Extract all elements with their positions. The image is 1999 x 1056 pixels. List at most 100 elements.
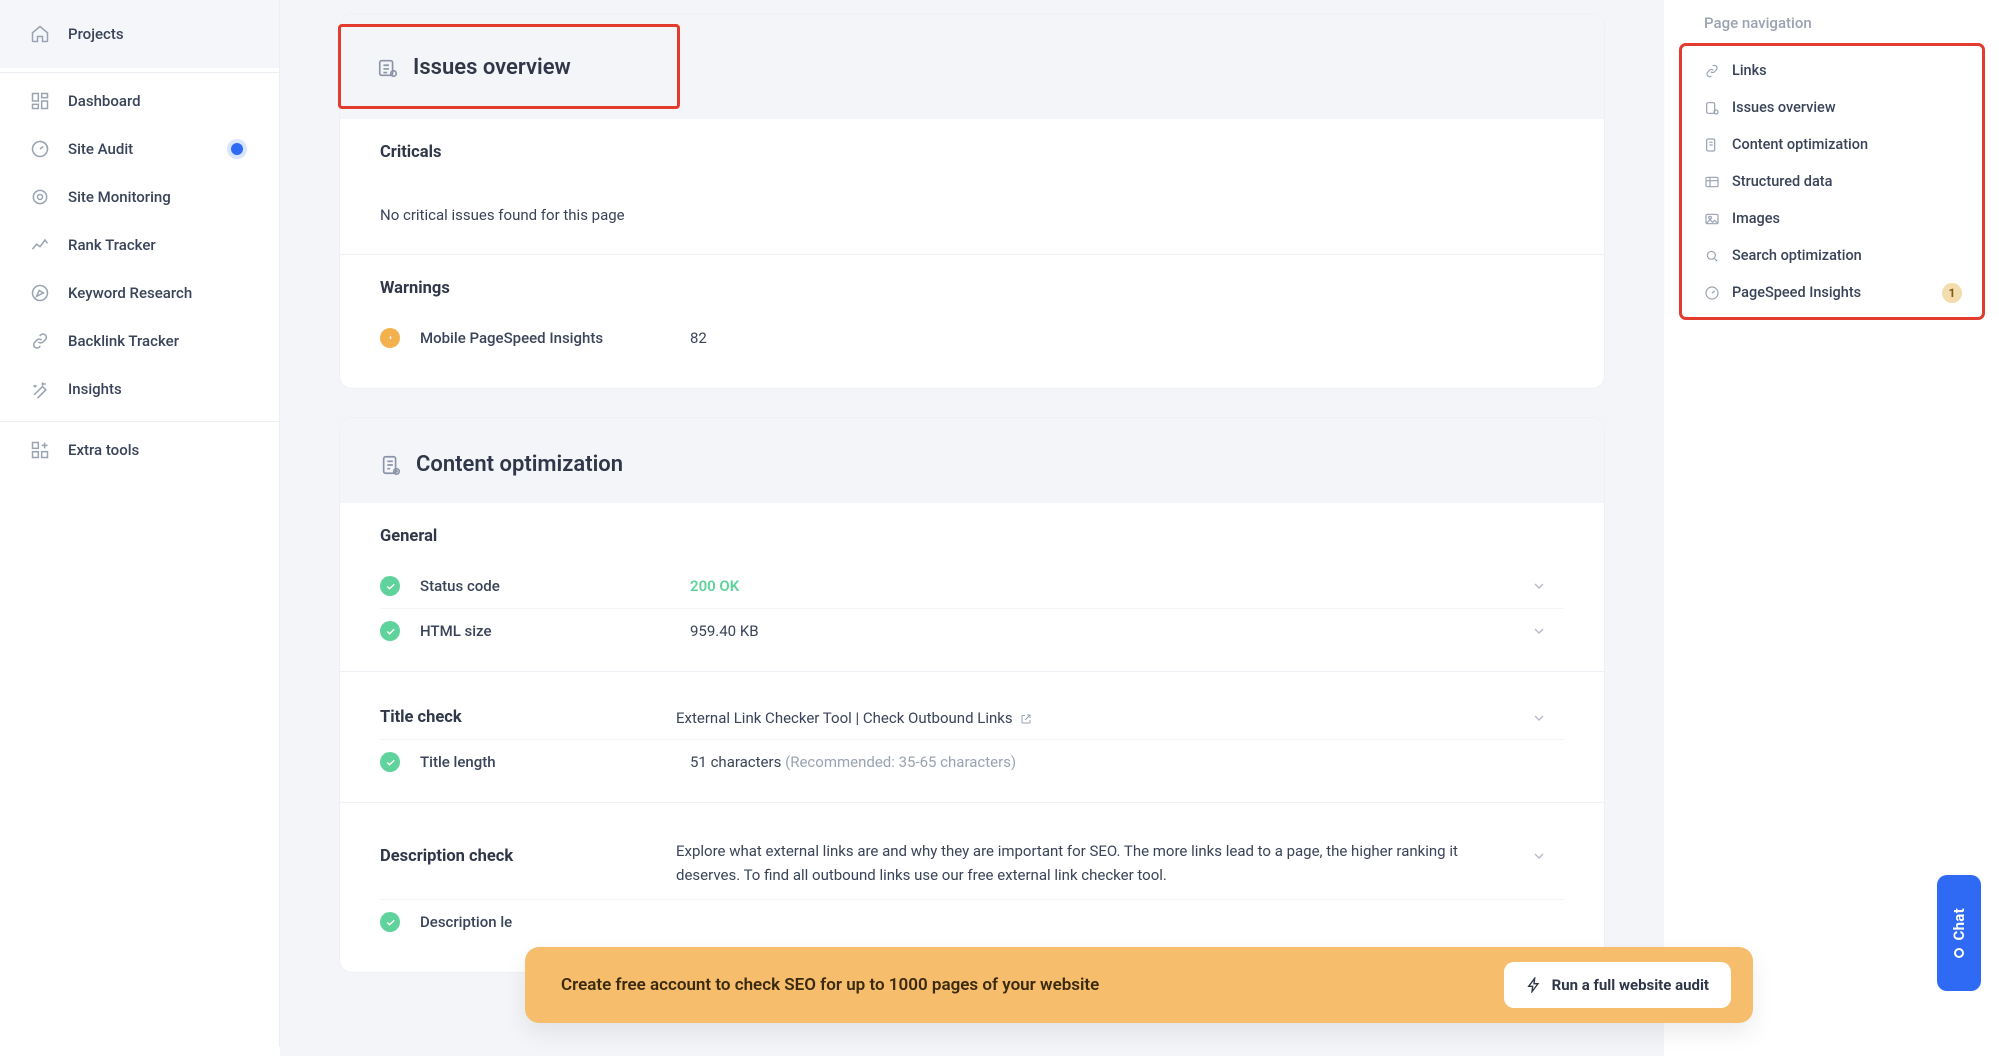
pagenav-badge: 1 bbox=[1942, 283, 1962, 303]
speed-icon bbox=[1704, 285, 1720, 301]
active-dot bbox=[231, 143, 243, 155]
pagenav-item-label: Structured data bbox=[1732, 173, 1832, 190]
description-length-label: Description le bbox=[420, 913, 676, 931]
sidebar-item-label: Site Monitoring bbox=[68, 188, 171, 206]
chevron-down-icon[interactable] bbox=[1530, 577, 1548, 595]
title-check-label: Title check bbox=[380, 708, 662, 727]
sidebar-item-extra-tools[interactable]: Extra tools bbox=[0, 426, 279, 474]
sidebar-item-label: Site Audit bbox=[68, 140, 133, 158]
title-check-value: External Link Checker Tool | Check Outbo… bbox=[676, 709, 1013, 727]
warnings-block: Warnings Mobile PageSpeed Insights 82 bbox=[340, 254, 1604, 378]
status-code-row[interactable]: Status code 200 OK bbox=[380, 564, 1564, 608]
sidebar-item-label: Insights bbox=[68, 380, 122, 398]
link-icon bbox=[1704, 63, 1720, 79]
page-navigation-title: Page navigation bbox=[1704, 14, 1982, 32]
run-audit-button[interactable]: Run a full website audit bbox=[1504, 962, 1731, 1008]
content-icon bbox=[1704, 137, 1720, 153]
description-check-label: Description check bbox=[380, 839, 662, 866]
sidebar-item-backlink-tracker[interactable]: Backlink Tracker bbox=[0, 317, 279, 365]
sidebar-item-insights[interactable]: Insights bbox=[0, 365, 279, 413]
pagenav-item-content[interactable]: Content optimization bbox=[1688, 126, 1976, 163]
title-length-reco: (Recommended: 35-65 characters) bbox=[785, 753, 1016, 771]
issues-overview-card: Issues overview Criticals No critical is… bbox=[340, 14, 1604, 388]
chevron-down-icon[interactable] bbox=[1530, 709, 1548, 727]
issues-overview-title: Issues overview bbox=[413, 55, 571, 80]
pagenav-item-issues[interactable]: Issues overview bbox=[1688, 89, 1976, 126]
sidebar-item-dashboard[interactable]: Dashboard bbox=[0, 77, 279, 125]
external-link-icon[interactable] bbox=[1020, 713, 1032, 725]
check-icon bbox=[380, 752, 400, 772]
sidebar-projects[interactable]: Projects bbox=[0, 0, 279, 68]
dashboard-icon bbox=[30, 91, 50, 111]
chevron-down-icon[interactable] bbox=[1530, 847, 1548, 865]
compass-icon bbox=[30, 283, 50, 303]
chat-button[interactable]: Chat bbox=[1937, 875, 1981, 991]
grid-plus-icon bbox=[30, 440, 50, 460]
criticals-label: Criticals bbox=[380, 143, 1564, 162]
description-check-value: Explore what external links are and why … bbox=[676, 839, 1516, 887]
issues-overview-header: Issues overview bbox=[340, 14, 1604, 119]
sidebar-item-rank-tracker[interactable]: Rank Tracker bbox=[0, 221, 279, 269]
description-length-row: Description le bbox=[380, 899, 1564, 944]
html-size-label: HTML size bbox=[420, 622, 676, 640]
promo-banner-text: Create free account to check SEO for up … bbox=[561, 975, 1099, 995]
page-navigation: Page navigation Links Issues overview Co… bbox=[1682, 8, 1982, 317]
title-length-row: Title length 51 characters (Recommended:… bbox=[380, 739, 1564, 784]
title-length-value: 51 characters bbox=[690, 753, 781, 771]
pagenav-item-label: Links bbox=[1732, 62, 1767, 79]
warning-row[interactable]: Mobile PageSpeed Insights 82 bbox=[380, 316, 1564, 360]
content-optimization-title: Content optimization bbox=[416, 452, 623, 477]
pagenav-item-images[interactable]: Images bbox=[1688, 200, 1976, 237]
sidebar-item-label: Rank Tracker bbox=[68, 236, 156, 254]
sidebar-item-label: Backlink Tracker bbox=[68, 332, 179, 350]
chevron-down-icon[interactable] bbox=[1530, 622, 1548, 640]
pagenav-item-label: Search optimization bbox=[1732, 247, 1862, 264]
wand-icon bbox=[30, 379, 50, 399]
warning-icon bbox=[380, 328, 400, 348]
pagenav-item-label: PageSpeed Insights bbox=[1732, 284, 1861, 301]
check-icon bbox=[380, 576, 400, 596]
target-icon bbox=[30, 187, 50, 207]
search-icon bbox=[1704, 248, 1720, 264]
sidebar-item-keyword-research[interactable]: Keyword Research bbox=[0, 269, 279, 317]
run-audit-label: Run a full website audit bbox=[1552, 976, 1709, 994]
check-icon bbox=[380, 621, 400, 641]
issues-icon bbox=[1704, 100, 1720, 116]
general-block: General Status code 200 OK HTML size 959… bbox=[340, 503, 1604, 671]
promo-banner: Create free account to check SEO for up … bbox=[525, 947, 1753, 1023]
pagenav-item-label: Issues overview bbox=[1732, 99, 1836, 116]
criticals-block: Criticals No critical issues found for t… bbox=[340, 119, 1604, 254]
image-icon bbox=[1704, 211, 1720, 227]
title-check-row[interactable]: Title check External Link Checker Tool |… bbox=[380, 696, 1564, 739]
chat-label: Chat bbox=[1950, 908, 1968, 941]
title-check-block: Title check External Link Checker Tool |… bbox=[340, 671, 1604, 802]
pagenav-item-pagespeed[interactable]: PageSpeed Insights 1 bbox=[1688, 274, 1976, 311]
structured-icon bbox=[1704, 174, 1720, 190]
pagenav-item-search[interactable]: Search optimization bbox=[1688, 237, 1976, 274]
description-check-block: Description check Explore what external … bbox=[340, 802, 1604, 962]
check-icon bbox=[380, 912, 400, 932]
pagenav-item-label: Images bbox=[1732, 210, 1780, 227]
link-icon bbox=[30, 331, 50, 351]
main-content: Issues overview Criticals No critical is… bbox=[280, 0, 1664, 1056]
description-check-row[interactable]: Description check Explore what external … bbox=[380, 827, 1564, 899]
gauge-icon bbox=[30, 139, 50, 159]
issues-icon bbox=[377, 57, 399, 79]
sidebar-projects-label: Projects bbox=[68, 25, 124, 43]
warnings-label: Warnings bbox=[380, 279, 1564, 298]
content-optimization-card: Content optimization General Status code… bbox=[340, 418, 1604, 972]
html-size-row[interactable]: HTML size 959.40 KB bbox=[380, 608, 1564, 653]
sidebar-item-label: Extra tools bbox=[68, 441, 139, 459]
chart-line-icon bbox=[30, 235, 50, 255]
warning-value: 82 bbox=[690, 329, 1516, 347]
bolt-icon bbox=[1526, 977, 1542, 993]
status-code-label: Status code bbox=[420, 577, 676, 595]
sidebar-item-label: Keyword Research bbox=[68, 284, 192, 302]
pagenav-item-links[interactable]: Links bbox=[1688, 52, 1976, 89]
pagenav-item-structured[interactable]: Structured data bbox=[1688, 163, 1976, 200]
html-size-value: 959.40 KB bbox=[690, 622, 1516, 640]
sidebar: Projects Dashboard Site Audit Site Monit… bbox=[0, 0, 280, 1047]
chat-status-icon bbox=[1954, 948, 1964, 958]
home-icon bbox=[30, 24, 50, 44]
sidebar-item-site-audit[interactable]: Site Audit bbox=[0, 125, 279, 173]
